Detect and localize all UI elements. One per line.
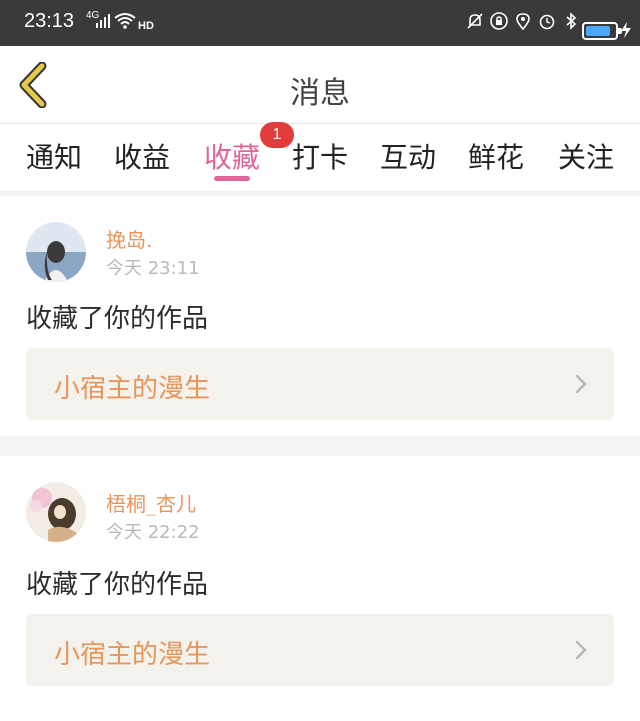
username[interactable]: 梧桐_杏儿 [106,488,196,517]
tab-bar: 通知 收益 收藏 1 打卡 互动 鲜花 关注 [0,122,640,192]
action-text: 收藏了你的作品 [26,304,209,334]
timestamp: 今天 23:11 [106,258,200,279]
avatar[interactable] [26,482,86,542]
unread-badge: 1 [260,122,294,148]
tab-favorites[interactable]: 收藏 1 [204,122,294,176]
header-bar: 消息 [0,46,640,124]
bluetooth-icon [562,12,580,30]
tab-label: 关注 [558,141,615,174]
tab-checkin[interactable]: 打卡 [292,136,348,176]
work-link[interactable]: 小宿主的漫生 [26,348,614,420]
work-link[interactable]: 小宿主的漫生 [26,614,614,686]
tab-label: 打卡 [292,141,349,174]
work-title: 小宿主的漫生 [54,374,211,404]
tab-label: 鲜花 [468,141,525,174]
hd-indicator: HD [138,20,154,32]
action-text: 收藏了你的作品 [26,570,209,600]
tab-label: 收益 [114,141,171,174]
avatar[interactable] [26,222,86,282]
battery-icon [582,22,622,40]
chevron-right-icon [575,374,587,394]
status-time: 23:13 [24,10,75,32]
lock-icon [490,12,508,30]
timestamp: 今天 22:22 [106,522,200,543]
wifi-icon [114,13,136,29]
status-bar: 23:13 4G HD [0,0,640,46]
username[interactable]: 挽岛. [106,224,152,253]
message-card: 梧桐_杏儿 今天 22:22 收藏了你的作品 小宿主的漫生 [0,456,640,721]
location-icon [514,12,532,31]
signal-icon [96,14,110,28]
mute-icon [466,12,484,30]
tab-follows[interactable]: 关注 [558,136,614,176]
page-title: 消息 [290,76,350,111]
tab-label: 收藏 [204,141,261,174]
tab-label: 通知 [26,141,83,174]
alarm-icon [538,12,556,30]
work-title: 小宿主的漫生 [54,640,211,670]
message-card: 挽岛. 今天 23:11 收藏了你的作品 小宿主的漫生 [0,196,640,436]
chevron-right-icon [575,640,587,660]
tab-flowers[interactable]: 鲜花 [468,136,524,176]
charging-icon [621,22,631,38]
tab-label: 互动 [380,141,437,174]
status-icons [466,12,580,31]
tab-interactions[interactable]: 互动 [380,136,436,176]
tab-notifications[interactable]: 通知 [26,136,82,176]
active-tab-indicator [214,176,250,181]
tab-earnings[interactable]: 收益 [114,136,170,176]
